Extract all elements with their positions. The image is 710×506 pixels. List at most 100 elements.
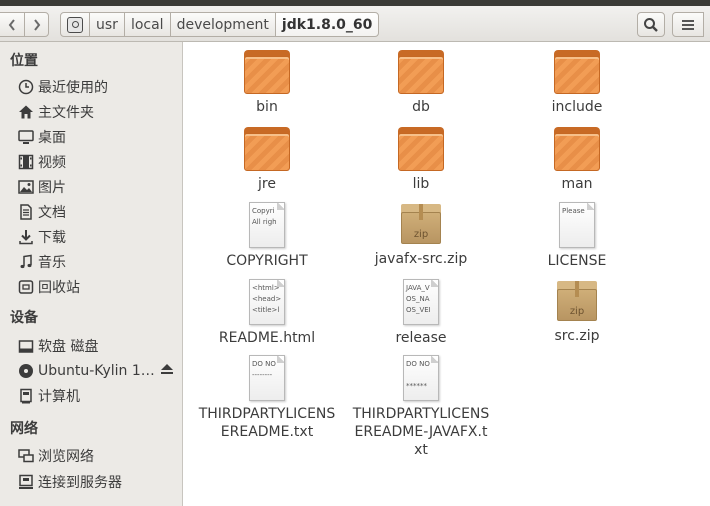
- breadcrumb-usr[interactable]: usr: [89, 12, 125, 37]
- file-preview: DO NO ******: [406, 360, 430, 390]
- file-name: lib: [412, 176, 430, 192]
- server-icon: [18, 474, 34, 490]
- file-item-javafx-src-zip[interactable]: zip javafx-src.zip: [346, 202, 496, 268]
- sidebar-item-desktop[interactable]: 桌面: [18, 126, 178, 148]
- sidebar-item-pictures[interactable]: 图片: [18, 176, 178, 198]
- file-name: LICENSE: [547, 253, 607, 269]
- disc-icon: [18, 363, 34, 379]
- file-name: bin: [256, 99, 278, 115]
- sidebar-item-label: 图片: [38, 180, 66, 196]
- text-file-icon: Copyri All righ: [249, 202, 285, 248]
- chevron-right-icon: [33, 18, 40, 31]
- file-name: release: [395, 330, 447, 346]
- network-icon: [18, 448, 34, 464]
- file-name: src.zip: [554, 328, 600, 344]
- download-icon: [18, 229, 34, 245]
- archive-icon: zip: [399, 202, 443, 246]
- text-file-icon: DO NO --------: [249, 355, 285, 401]
- file-name: javafx-src.zip: [374, 251, 468, 267]
- sidebar-item-ubuntu-kylin[interactable]: Ubuntu-Kylin 1…: [18, 360, 178, 382]
- sidebar-item-computer[interactable]: 计算机: [18, 385, 178, 407]
- file-item-copyright[interactable]: Copyri All righ COPYRIGHT: [192, 202, 342, 270]
- breadcrumb-root[interactable]: [60, 12, 90, 37]
- menu-icon: [682, 19, 694, 30]
- folder-icon: [554, 127, 600, 171]
- sidebar-item-label: 下载: [38, 230, 66, 246]
- archive-icon: zip: [555, 279, 599, 323]
- menu-button[interactable]: [672, 12, 704, 37]
- document-icon: [18, 204, 34, 220]
- breadcrumb-development[interactable]: development: [169, 12, 276, 37]
- computer-icon: [18, 388, 34, 404]
- home-icon: [18, 104, 34, 120]
- trash-icon: [18, 279, 34, 295]
- file-item-lib[interactable]: lib: [346, 127, 496, 193]
- folder-icon: [398, 50, 444, 94]
- sidebar-item-label: 文档: [38, 205, 66, 221]
- sidebar-item-recent[interactable]: 最近使用的: [18, 76, 178, 98]
- clock-icon: [18, 79, 34, 95]
- desktop-icon: [18, 129, 34, 145]
- file-item-release[interactable]: JAVA_V OS_NA OS_VEI release: [346, 279, 496, 347]
- file-name: jre: [258, 176, 276, 192]
- sidebar-item-label: 计算机: [38, 389, 80, 405]
- sidebar-item-label: Ubuntu-Kylin 1…: [38, 363, 155, 379]
- text-file-icon: DO NO ******: [403, 355, 439, 401]
- file-item-jre[interactable]: jre: [192, 127, 342, 193]
- chevron-left-icon: [8, 18, 15, 31]
- sidebar-item-label: 音乐: [38, 255, 66, 271]
- file-item-src-zip[interactable]: zip src.zip: [502, 279, 652, 345]
- text-file-icon: Please: [559, 202, 595, 248]
- file-item-db[interactable]: db: [346, 50, 496, 116]
- sidebar-item-label: 软盘 磁盘: [38, 339, 99, 355]
- file-name: README.html: [218, 330, 316, 346]
- file-item-bin[interactable]: bin: [192, 50, 342, 116]
- file-name: COPYRIGHT: [226, 253, 308, 269]
- file-name: man: [561, 176, 593, 192]
- search-button[interactable]: [637, 12, 665, 37]
- file-item-readme-html[interactable]: <html> <head> <title>l README.html: [192, 279, 342, 347]
- file-view: bin db include jre lib man Copyri All ri…: [184, 42, 710, 506]
- sidebar-item-floppy[interactable]: 软盘 磁盘: [18, 335, 178, 357]
- file-name: THIRDPARTYLICENSEREADME-JAVAFX.txt: [352, 406, 490, 458]
- image-icon: [18, 179, 34, 195]
- sidebar-item-connect-server[interactable]: 连接到服务器: [18, 471, 178, 493]
- sidebar-item-music[interactable]: 音乐: [18, 251, 178, 273]
- back-button[interactable]: [0, 12, 25, 37]
- devices-header: 设备: [10, 310, 38, 326]
- sidebar-item-label: 桌面: [38, 130, 66, 146]
- sidebar-item-home[interactable]: 主文件夹: [18, 101, 178, 123]
- folder-icon: [244, 127, 290, 171]
- forward-button[interactable]: [24, 12, 49, 37]
- sidebar-item-label: 视频: [38, 155, 66, 171]
- file-item-include[interactable]: include: [502, 50, 652, 116]
- breadcrumb-current[interactable]: jdk1.8.0_60: [274, 12, 380, 37]
- file-item-license[interactable]: Please LICENSE: [502, 202, 652, 270]
- sidebar: 位置 最近使用的 主文件夹 桌面 视频 图片 文档 下载 音乐 回收站 设备 软…: [0, 42, 183, 506]
- network-header: 网络: [10, 421, 38, 437]
- file-preview: Copyri All righ: [252, 207, 277, 226]
- sidebar-item-downloads[interactable]: 下载: [18, 226, 178, 248]
- eject-icon[interactable]: [160, 362, 174, 376]
- film-icon: [18, 154, 34, 170]
- file-preview: DO NO --------: [252, 360, 276, 379]
- file-name: THIRDPARTYLICENSEREADME.txt: [198, 406, 336, 440]
- file-item-thirdparty-readme[interactable]: DO NO -------- THIRDPARTYLICENSEREADME.t…: [192, 355, 342, 441]
- file-item-man[interactable]: man: [502, 127, 652, 193]
- harddisk-icon: [67, 16, 83, 33]
- file-name: db: [412, 99, 430, 115]
- file-preview: <html> <head> <title>l: [252, 284, 282, 314]
- sidebar-item-trash[interactable]: 回收站: [18, 276, 178, 298]
- file-name: include: [551, 99, 603, 115]
- sidebar-item-documents[interactable]: 文档: [18, 201, 178, 223]
- toolbar: usr local development jdk1.8.0_60: [0, 6, 710, 42]
- sidebar-item-videos[interactable]: 视频: [18, 151, 178, 173]
- breadcrumb-local[interactable]: local: [123, 12, 171, 37]
- sidebar-item-label: 回收站: [38, 280, 80, 296]
- breadcrumb: usr local development jdk1.8.0_60: [60, 12, 380, 37]
- file-item-thirdparty-readme-javafx[interactable]: DO NO ****** THIRDPARTYLICENSEREADME-JAV…: [346, 355, 496, 459]
- folder-icon: [398, 127, 444, 171]
- sidebar-item-label: 主文件夹: [38, 105, 94, 121]
- search-icon: [644, 17, 658, 32]
- sidebar-item-browse-network[interactable]: 浏览网络: [18, 445, 178, 467]
